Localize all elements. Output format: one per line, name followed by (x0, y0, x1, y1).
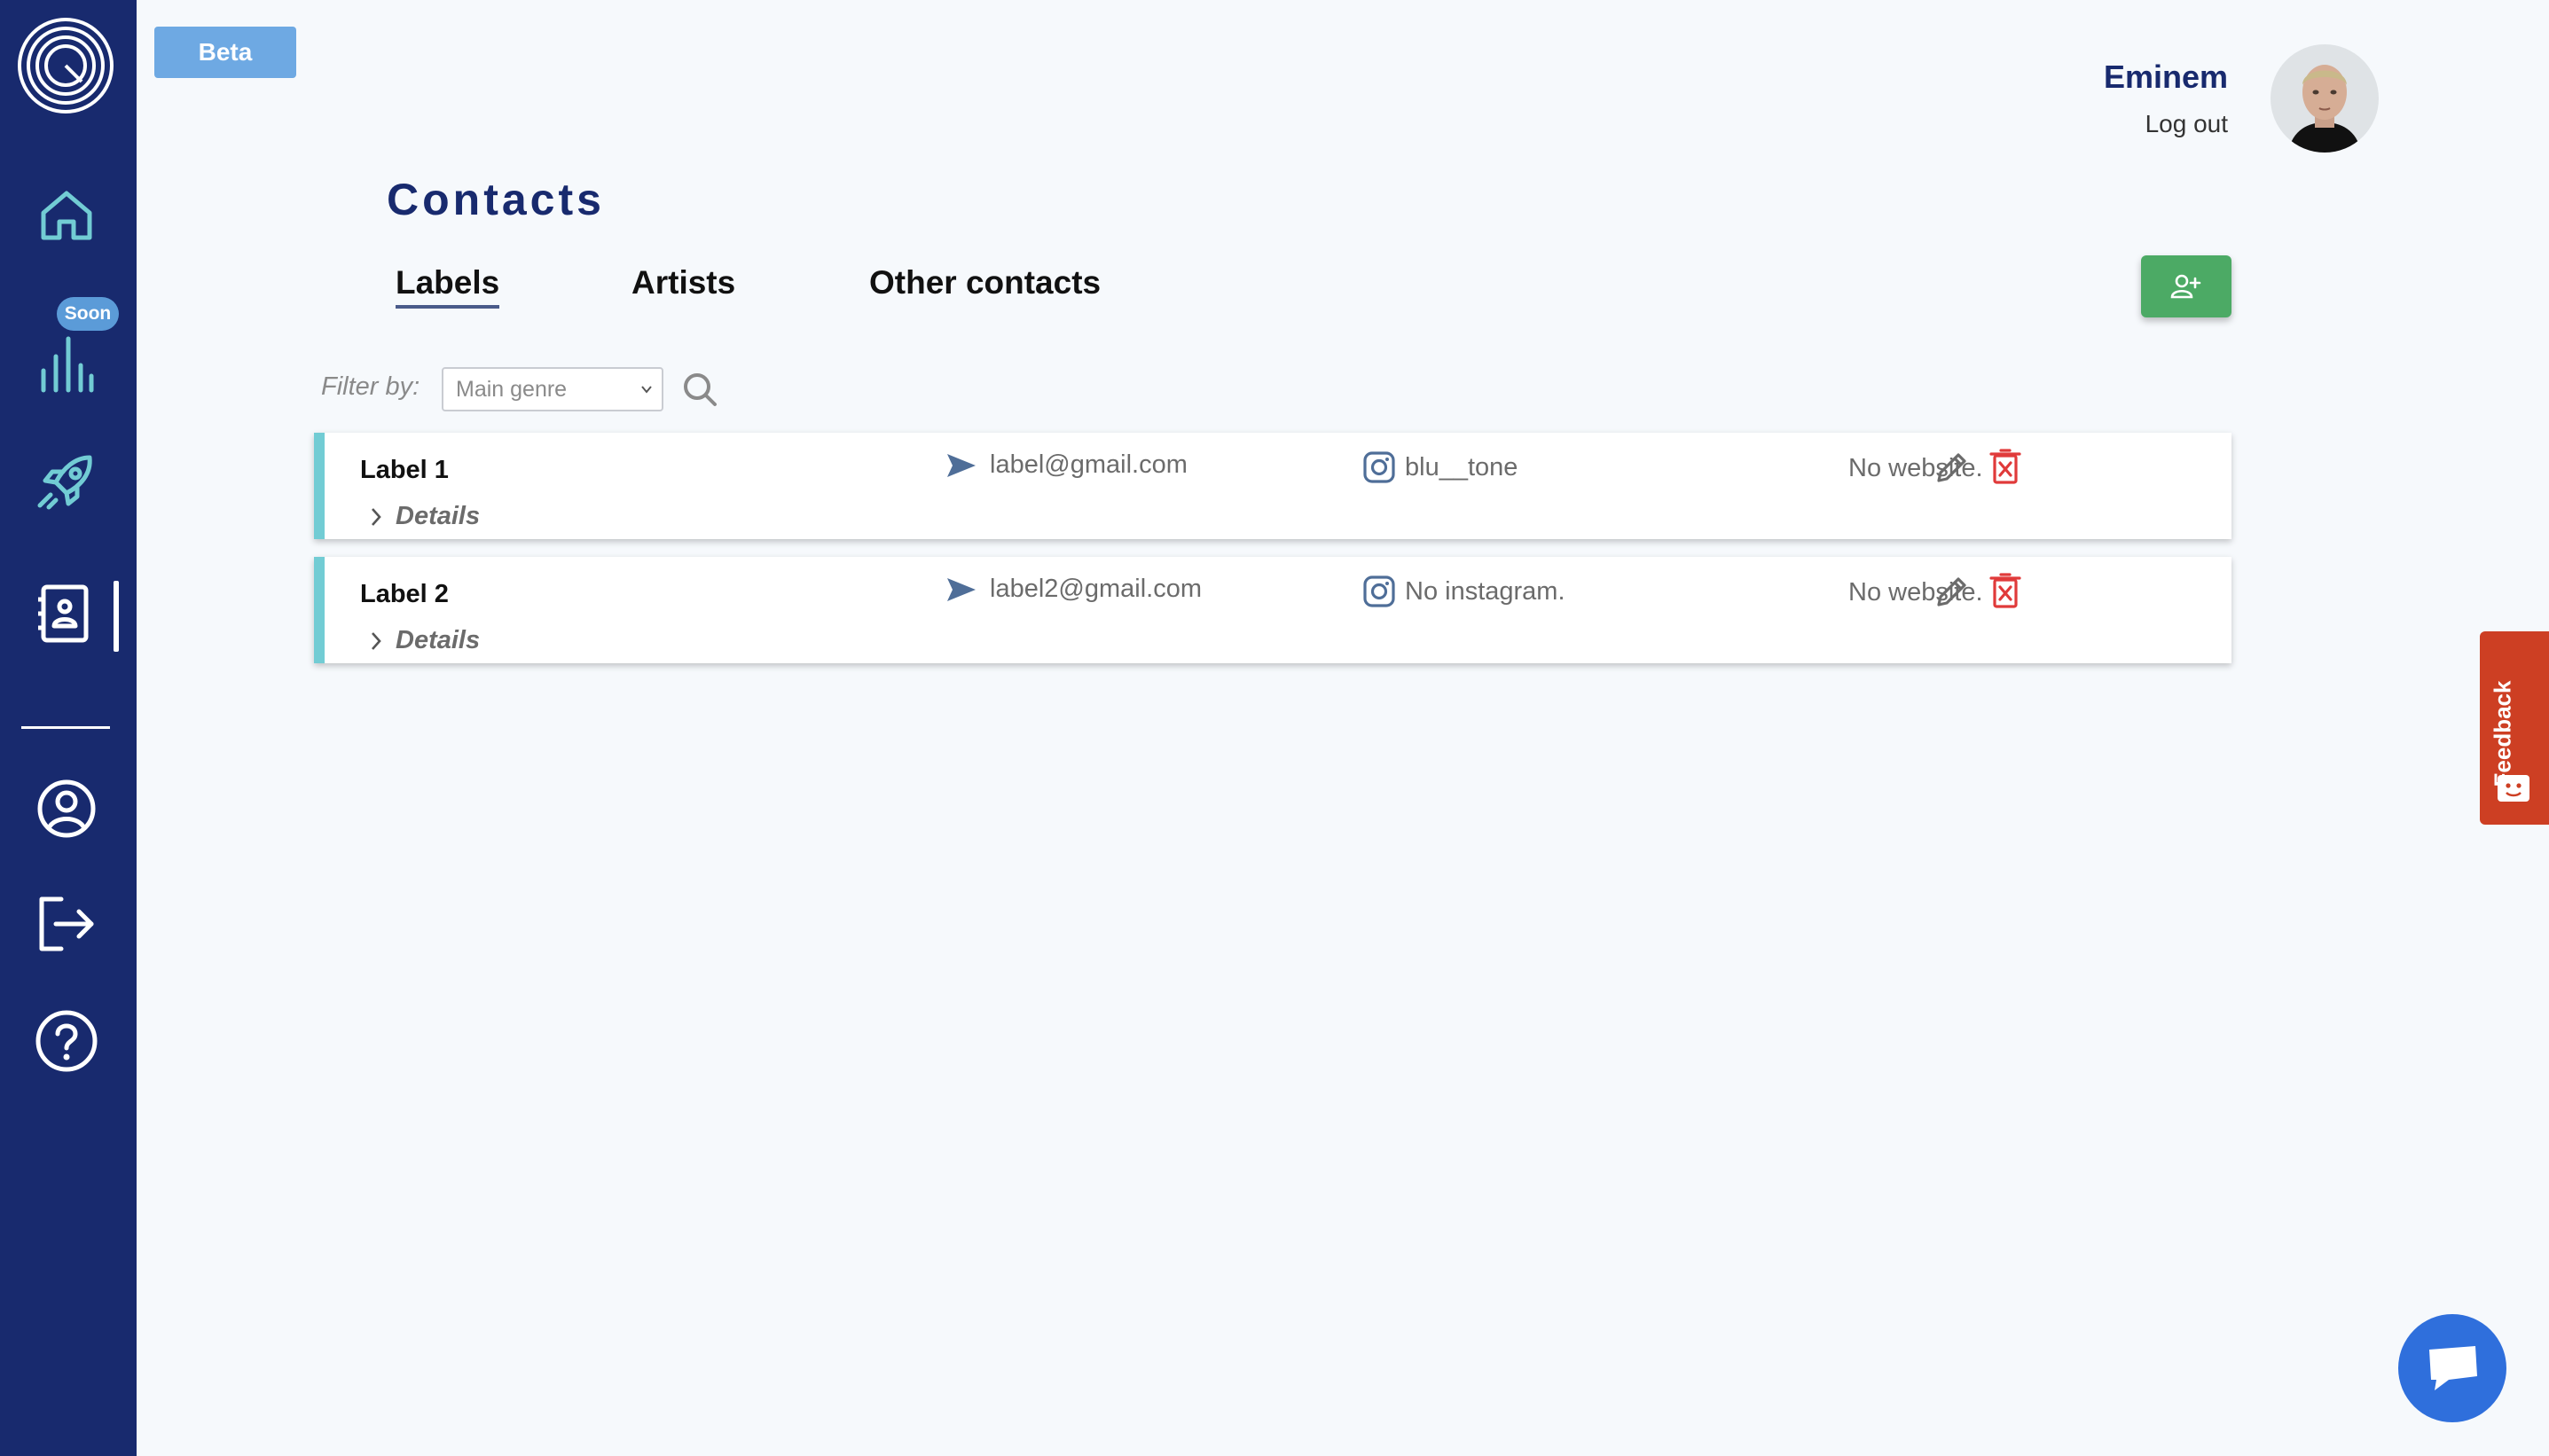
page-title: Contacts (387, 175, 605, 224)
sidebar-divider (21, 726, 110, 729)
feedback-label: Feedback (2489, 680, 2516, 787)
edit-icon[interactable] (1933, 573, 1971, 610)
instagram-text: No instagram. (1405, 576, 1565, 606)
instagram-text: blu__tone (1405, 452, 1518, 481)
feedback-tab[interactable]: Feedback (2480, 631, 2549, 825)
search-icon[interactable] (681, 371, 718, 408)
contact-card: Label 2 Details label2@gmail.com No inst… (314, 557, 2231, 663)
contact-instagram[interactable]: No instagram. (1362, 575, 1565, 608)
home-icon[interactable] (33, 183, 100, 250)
details-toggle[interactable]: Details (369, 626, 480, 655)
details-label: Details (396, 502, 481, 530)
email-text: label2@gmail.com (990, 575, 1202, 603)
tab-labels[interactable]: Labels (396, 264, 500, 309)
chevron-down-icon (641, 386, 652, 394)
delete-icon[interactable] (1988, 573, 2022, 608)
edit-icon[interactable] (1933, 449, 1971, 486)
contact-email[interactable]: label@gmail.com (945, 450, 1188, 480)
active-indicator (114, 581, 119, 652)
chevron-right-icon (372, 507, 381, 526)
rocket-icon[interactable] (33, 449, 100, 516)
tab-other-contacts[interactable]: Other contacts (869, 264, 1101, 301)
feedback-face-icon (2498, 775, 2529, 802)
soon-badge: Soon (57, 297, 119, 331)
filter-label: Filter by: (321, 372, 420, 401)
genre-select-value: Main genre (456, 376, 568, 402)
app-logo[interactable] (16, 16, 115, 115)
logout-link[interactable]: Log out (2145, 110, 2228, 138)
send-icon (947, 453, 976, 477)
contact-email[interactable]: label2@gmail.com (945, 575, 1202, 604)
contact-card: Label 1 Details label@gmail.com blu__ton… (314, 433, 2231, 539)
beta-badge: Beta (154, 27, 296, 78)
genre-select[interactable]: Main genre (442, 367, 663, 411)
details-toggle[interactable]: Details (369, 502, 480, 531)
chevron-right-icon (372, 631, 381, 650)
user-name: Eminem (2103, 59, 2228, 95)
user-circle-icon[interactable] (33, 775, 100, 842)
avatar[interactable] (2271, 44, 2379, 153)
add-contact-button[interactable] (2141, 255, 2231, 317)
details-label: Details (396, 626, 481, 654)
logout-icon[interactable] (33, 890, 100, 958)
chat-button[interactable] (2398, 1314, 2506, 1422)
add-user-icon (2170, 274, 2201, 299)
stats-icon[interactable] (33, 330, 100, 397)
send-icon (947, 577, 976, 601)
tab-artists[interactable]: Artists (631, 264, 735, 301)
delete-icon[interactable] (1988, 449, 2022, 484)
instagram-icon (1363, 575, 1395, 607)
chat-bubble-icon (2429, 1346, 2477, 1390)
contact-name: Label 1 (360, 456, 449, 484)
help-icon[interactable] (33, 1007, 100, 1075)
contacts-book-icon[interactable] (33, 580, 100, 647)
instagram-icon (1363, 451, 1395, 483)
contact-name: Label 2 (360, 580, 449, 608)
sidebar: Soon (0, 0, 137, 1456)
email-text: label@gmail.com (990, 450, 1188, 479)
contact-instagram[interactable]: blu__tone (1362, 450, 1518, 484)
